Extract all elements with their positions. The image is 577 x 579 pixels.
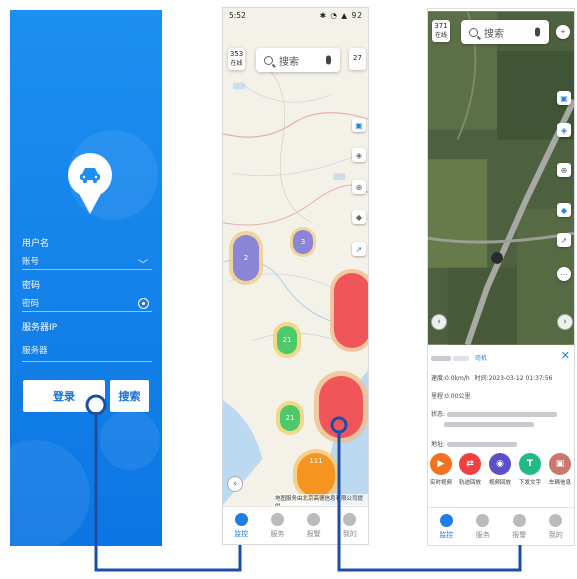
- flow-connectors: [85, 394, 522, 572]
- tap-indicator-map: [330, 416, 348, 434]
- tap-indicator-login: [85, 394, 107, 416]
- connector-map-to-detail: [337, 432, 522, 572]
- composite-canvas: 用户名 账号 ﹀ 密码 密码 服务器IP 服务器 登录 搜索 5:52 ✱ ◔ …: [0, 0, 577, 579]
- connector-login-to-map: [94, 412, 242, 572]
